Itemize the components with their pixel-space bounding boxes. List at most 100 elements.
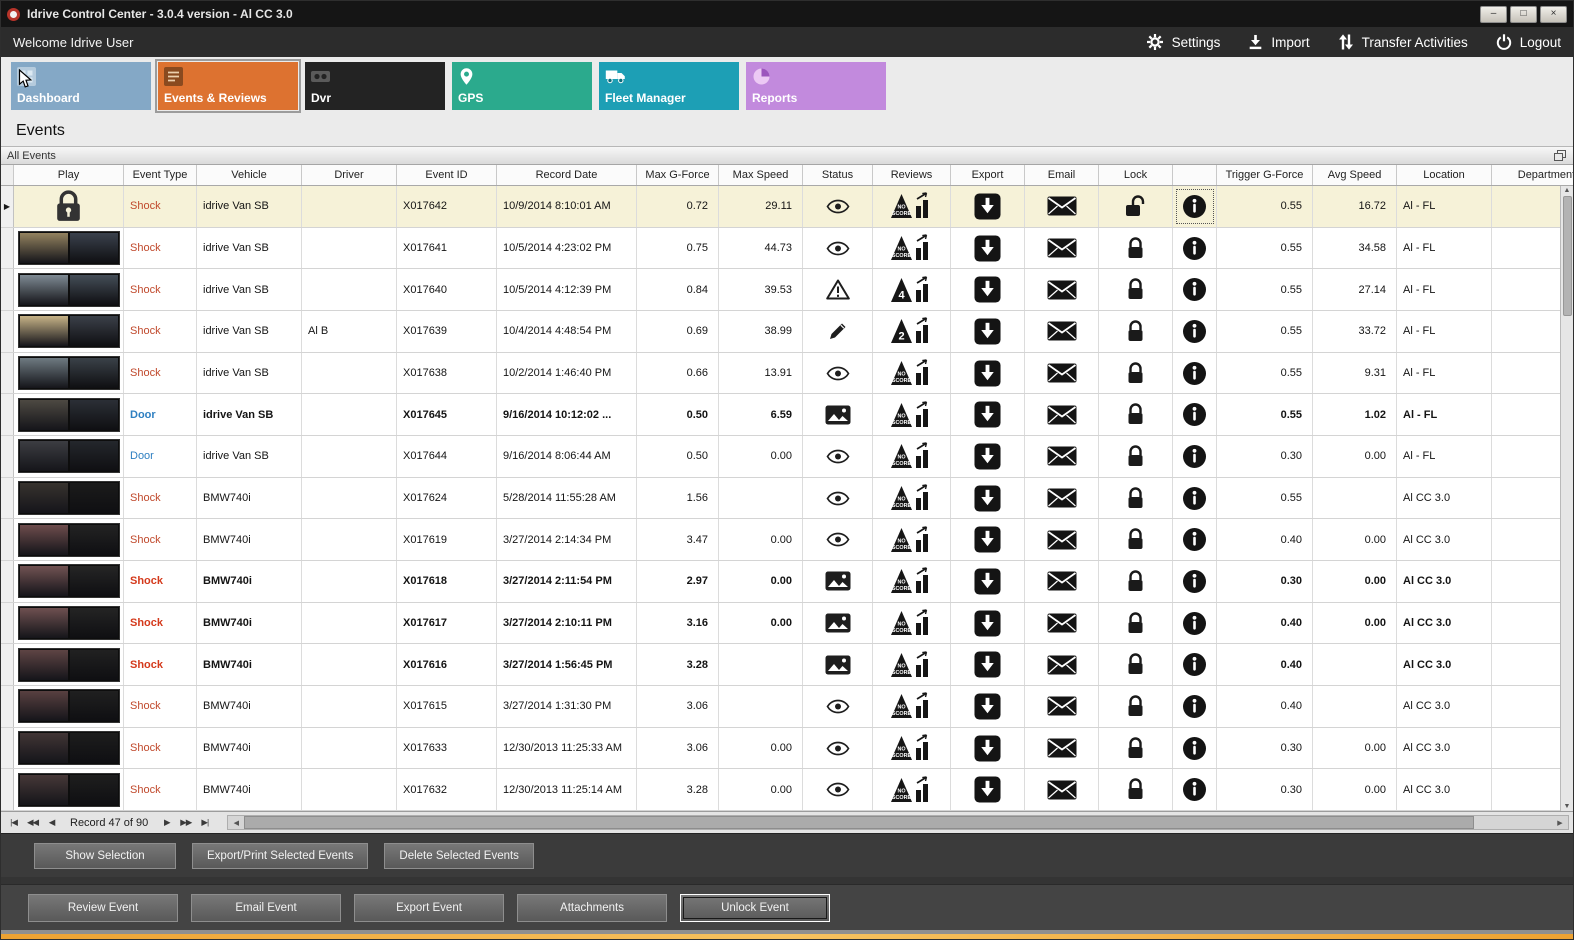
minimize-button[interactable]: –: [1480, 5, 1507, 23]
column-header-export[interactable]: Export: [951, 165, 1025, 185]
column-header-trigger_g[interactable]: Trigger G-Force: [1217, 165, 1313, 185]
table-row[interactable]: Shock BMW740i X017633 12/30/2013 11:25:33 A…: [1, 727, 1573, 770]
cell-email[interactable]: [1025, 727, 1099, 769]
cell-info[interactable]: [1173, 769, 1217, 811]
cell-email[interactable]: [1025, 686, 1099, 727]
event-thumbnail[interactable]: [17, 564, 120, 599]
cell-review[interactable]: NO SCORE: [873, 394, 951, 436]
cell-email[interactable]: [1025, 644, 1099, 686]
column-header-driver[interactable]: Driver: [302, 165, 397, 185]
cell-review[interactable]: NO SCORE: [873, 686, 951, 727]
event-thumbnail[interactable]: [17, 731, 120, 766]
delete-selected-events-button[interactable]: Delete Selected Events: [384, 842, 534, 869]
next-record-button[interactable]: ▶: [158, 814, 175, 831]
event-thumbnail[interactable]: [17, 231, 120, 265]
column-header-vehicle[interactable]: Vehicle: [197, 165, 302, 185]
cell-review[interactable]: NO SCORE: [873, 561, 951, 602]
cell-play[interactable]: [14, 227, 124, 269]
event-thumbnail[interactable]: [17, 439, 120, 474]
titlebar[interactable]: Idrive Control Center - 3.0.4 version - …: [1, 1, 1573, 27]
show-selection-button[interactable]: Show Selection: [34, 842, 176, 869]
cell-lock[interactable]: [1099, 227, 1173, 269]
column-header-max_g[interactable]: Max G-Force: [637, 165, 719, 185]
event-thumbnail[interactable]: [17, 522, 120, 557]
cell-play[interactable]: [14, 644, 124, 686]
cell-play[interactable]: [14, 436, 124, 477]
cell-export[interactable]: [951, 269, 1025, 311]
cell-review[interactable]: NO SCORE: [873, 602, 951, 644]
cell-play[interactable]: [14, 519, 124, 561]
email-event-button[interactable]: Email Event: [191, 893, 341, 922]
cell-lock[interactable]: [1099, 644, 1173, 686]
cell-play[interactable]: [14, 561, 124, 602]
cell-lock[interactable]: [1099, 311, 1173, 352]
cell-info[interactable]: [1173, 727, 1217, 769]
cell-info[interactable]: [1173, 227, 1217, 269]
tile-gps[interactable]: GPS: [452, 62, 592, 110]
cell-status[interactable]: [803, 227, 873, 269]
cell-lock[interactable]: [1099, 519, 1173, 561]
cell-lock[interactable]: [1099, 561, 1173, 602]
cell-email[interactable]: [1025, 602, 1099, 644]
review-event-button[interactable]: Review Event: [28, 893, 178, 922]
maximize-button[interactable]: □: [1510, 5, 1537, 23]
cell-email[interactable]: [1025, 436, 1099, 477]
transfer-activities-button[interactable]: Transfer Activities: [1338, 34, 1468, 50]
tile-events-reviews[interactable]: Events & Reviews: [155, 59, 301, 113]
vertical-scrollbar-thumb[interactable]: [1562, 196, 1572, 316]
cell-email[interactable]: [1025, 769, 1099, 811]
cell-email[interactable]: [1025, 394, 1099, 436]
cell-info[interactable]: [1173, 519, 1217, 561]
cell-review[interactable]: NO SCORE: [873, 644, 951, 686]
vertical-scrollbar[interactable]: ▲ ▼: [1560, 186, 1573, 811]
table-row[interactable]: Shock BMW740i X017615 3/27/2014 1:31:30 PM 3…: [1, 686, 1573, 728]
cell-review[interactable]: 2: [873, 311, 951, 352]
column-header-email[interactable]: Email: [1025, 165, 1099, 185]
cell-lock[interactable]: [1099, 602, 1173, 644]
cell-export[interactable]: [951, 644, 1025, 686]
tile-fleet-manager[interactable]: Fleet Manager: [599, 62, 739, 110]
cell-export[interactable]: [951, 394, 1025, 436]
column-header-event_type[interactable]: Event Type: [124, 165, 197, 185]
cell-info[interactable]: [1173, 602, 1217, 644]
cell-info[interactable]: [1173, 269, 1217, 311]
restore-window-icon[interactable]: [1554, 149, 1567, 162]
cell-export[interactable]: [951, 477, 1025, 519]
prev-page-button[interactable]: ◀◀: [24, 814, 41, 831]
logout-button[interactable]: Logout: [1496, 34, 1561, 50]
table-row[interactable]: Shock BMW740i X017624 5/28/2014 11:55:28 AM…: [1, 477, 1573, 520]
cell-review[interactable]: NO SCORE: [873, 186, 951, 227]
cell-lock[interactable]: [1099, 477, 1173, 519]
scroll-right-icon[interactable]: ▶: [1552, 816, 1568, 829]
cell-status[interactable]: [803, 186, 873, 227]
table-row[interactable]: Door idrive Van SB X017645 9/16/2014 10:12:…: [1, 394, 1573, 437]
cell-info[interactable]: [1173, 644, 1217, 686]
close-button[interactable]: ×: [1540, 5, 1567, 23]
cell-lock[interactable]: [1099, 352, 1173, 394]
cell-export[interactable]: [951, 769, 1025, 811]
last-record-button[interactable]: ▶|: [196, 814, 213, 831]
cell-status[interactable]: [803, 727, 873, 769]
tile-reports[interactable]: Reports: [746, 62, 886, 110]
cell-review[interactable]: NO SCORE: [873, 727, 951, 769]
event-thumbnail[interactable]: [17, 397, 120, 432]
cell-status[interactable]: [803, 769, 873, 811]
cell-export[interactable]: [951, 436, 1025, 477]
export-event-button[interactable]: Export Event: [354, 893, 504, 922]
horizontal-scrollbar-thumb[interactable]: [244, 816, 1474, 829]
cell-info[interactable]: [1173, 561, 1217, 602]
attachments-button[interactable]: Attachments: [517, 893, 667, 922]
cell-export[interactable]: [951, 352, 1025, 394]
cell-review[interactable]: 4: [873, 269, 951, 311]
cell-lock[interactable]: [1099, 269, 1173, 311]
table-row[interactable]: Shock idrive Van SB X017638 10/2/2014 1:46:…: [1, 352, 1573, 395]
cell-play[interactable]: [14, 352, 124, 394]
table-row[interactable]: Shock BMW740i X017616 3/27/2014 1:56:45 PM 3…: [1, 644, 1573, 687]
column-header-max_speed[interactable]: Max Speed: [719, 165, 803, 185]
cell-review[interactable]: NO SCORE: [873, 227, 951, 269]
cell-export[interactable]: [951, 686, 1025, 727]
column-header-department[interactable]: Department: [1492, 165, 1573, 185]
cell-export[interactable]: [951, 519, 1025, 561]
table-row[interactable]: ▶ Shock idrive Van SB X017642 10/9/2014 8:10…: [1, 186, 1573, 228]
table-row[interactable]: Door idrive Van SB X017644 9/16/2014 8:06:4…: [1, 436, 1573, 478]
